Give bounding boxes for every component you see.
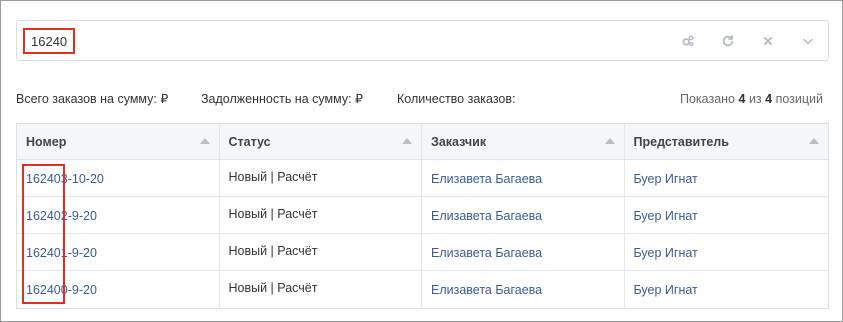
shown-value: 4 — [738, 92, 746, 106]
cell-customer: Елизавета Багаева — [422, 234, 625, 270]
representative-link[interactable]: Буер Игнат — [634, 234, 829, 260]
search-input[interactable]: 16240 — [23, 28, 76, 54]
cell-representative: Буер Игнат — [625, 197, 829, 233]
order-number-link[interactable]: 162400-9-20 — [26, 271, 219, 297]
cell-representative: Буер Игнат — [625, 234, 829, 270]
header-label: Заказчик — [431, 135, 487, 149]
shown-suffix: позиций — [775, 92, 823, 106]
debt-sum: Задолженность на сумму: ₽ — [201, 92, 363, 106]
sort-icon[interactable] — [604, 138, 615, 144]
order-number-link[interactable]: 162401-9-20 — [26, 234, 219, 260]
order-status: Новый | Расчёт — [228, 244, 318, 258]
order-status: Новый | Расчёт — [228, 170, 318, 184]
order-status: Новый | Расчёт — [228, 207, 318, 221]
representative-link[interactable]: Буер Игнат — [634, 197, 829, 223]
column-header-representative[interactable]: Представитель — [625, 124, 829, 159]
cell-representative: Буер Игнат — [625, 160, 829, 196]
order-number-link[interactable]: 162402-9-20 — [26, 197, 219, 223]
cell-number: 162403-10-20 — [17, 160, 220, 196]
table-row: 162403-10-20 Новый | Расчёт Елизавета Ба… — [17, 160, 828, 197]
sort-icon[interactable] — [809, 138, 819, 144]
cell-customer: Елизавета Багаева — [422, 197, 625, 233]
cell-number: 162402-9-20 — [17, 197, 220, 233]
customer-link[interactable]: Елизавета Багаева — [431, 160, 624, 186]
shown-count: Показано 4 из 4 позиций — [680, 91, 823, 107]
shown-total: 4 — [765, 92, 773, 106]
order-status: Новый | Расчёт — [228, 281, 318, 295]
cell-status: Новый | Расчёт — [220, 234, 422, 270]
shown-prefix: Показано — [679, 92, 736, 106]
column-header-number[interactable]: Номер — [17, 124, 220, 159]
cell-customer: Елизавета Багаева — [422, 160, 625, 196]
customer-link[interactable]: Елизавета Багаева — [431, 271, 624, 297]
table-header: Номер Статус Заказчик Представитель — [17, 124, 828, 160]
cell-status: Новый | Расчёт — [220, 271, 422, 308]
clear-icon[interactable] — [758, 31, 778, 51]
cell-number: 162400-9-20 — [17, 271, 220, 308]
orders-panel: 16240 Всего заказов на сумму: ₽ Задолжен… — [0, 0, 843, 322]
table-row: 162400-9-20 Новый | Расчёт Елизавета Баг… — [17, 271, 828, 308]
chevron-down-icon[interactable] — [798, 31, 818, 51]
cell-status: Новый | Расчёт — [220, 160, 422, 196]
header-label: Представитель — [633, 135, 729, 149]
customer-link[interactable]: Елизавета Багаева — [431, 234, 624, 260]
sort-icon[interactable] — [199, 138, 210, 144]
cell-representative: Буер Игнат — [625, 271, 829, 308]
column-header-customer[interactable]: Заказчик — [422, 124, 625, 159]
order-number-link[interactable]: 162403-10-20 — [26, 160, 219, 186]
settings-icon[interactable] — [678, 31, 698, 51]
cell-customer: Елизавета Багаева — [422, 271, 625, 308]
cell-status: Новый | Расчёт — [220, 197, 422, 233]
search-field[interactable]: 16240 — [16, 20, 829, 61]
header-label: Номер — [26, 135, 67, 149]
representative-link[interactable]: Буер Игнат — [634, 271, 829, 297]
representative-link[interactable]: Буер Игнат — [634, 160, 829, 186]
refresh-icon[interactable] — [718, 31, 738, 51]
table-row: 162401-9-20 Новый | Расчёт Елизавета Баг… — [17, 234, 828, 271]
sort-icon[interactable] — [402, 138, 412, 144]
shown-middle: из — [748, 92, 762, 106]
customer-link[interactable]: Елизавета Багаева — [431, 197, 624, 223]
total-orders-sum: Всего заказов на сумму: ₽ — [16, 92, 169, 106]
table-row: 162402-9-20 Новый | Расчёт Елизавета Баг… — [17, 197, 828, 234]
column-header-status[interactable]: Статус — [220, 124, 422, 159]
orders-count: Количество заказов: — [397, 92, 516, 106]
cell-number: 162401-9-20 — [17, 234, 220, 270]
orders-table: Номер Статус Заказчик Представитель 1624… — [16, 123, 829, 309]
header-label: Статус — [228, 135, 271, 149]
